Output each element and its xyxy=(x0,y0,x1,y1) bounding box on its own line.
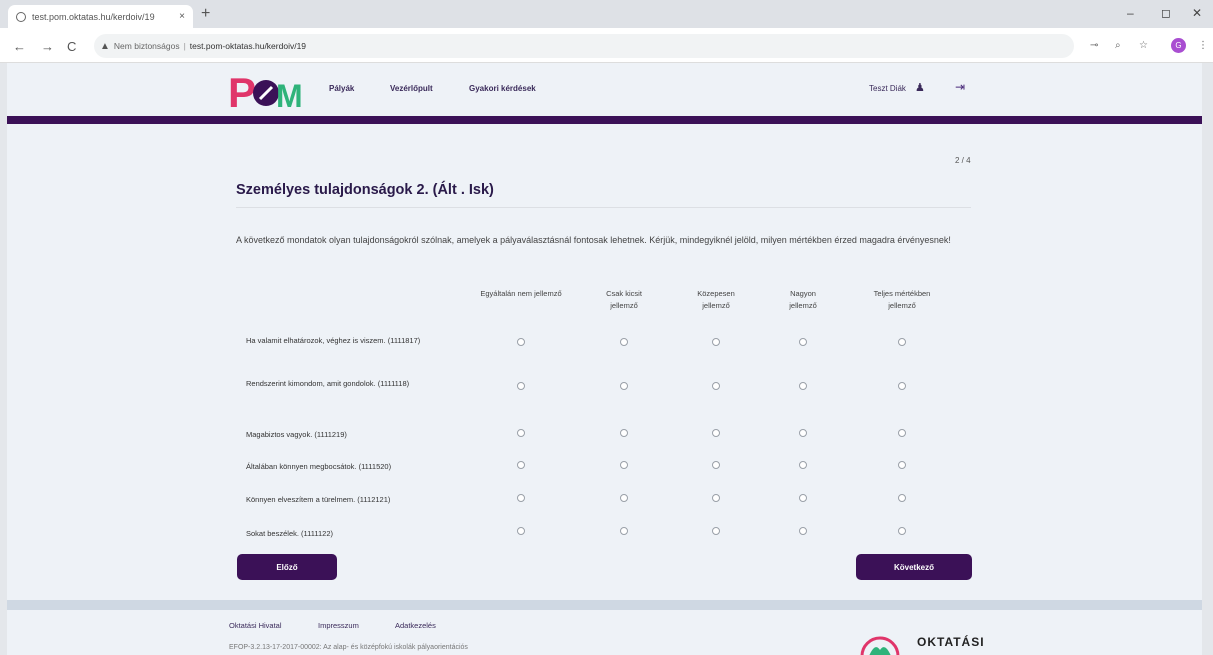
profile-avatar[interactable]: G xyxy=(1171,38,1186,53)
address-separator: | xyxy=(183,41,186,51)
answer-radio[interactable] xyxy=(898,527,906,535)
column-header: Egyáltalán nem jellemző xyxy=(480,289,562,298)
footer-separator xyxy=(7,600,1202,610)
nav-item-gyakori-kerdesek[interactable]: Gyakori kérdések xyxy=(469,84,536,93)
answer-radio[interactable] xyxy=(799,494,807,502)
answer-radio[interactable] xyxy=(799,429,807,437)
forward-button[interactable]: → xyxy=(41,39,54,54)
page-counter: 2 / 4 xyxy=(955,156,971,165)
site-footer: Oktatási Hivatal Impresszum Adatkezelés … xyxy=(7,610,1202,655)
tab-title: test.pom.oktatas.hu/kerdoiv/19 xyxy=(32,11,155,22)
title-divider xyxy=(236,207,971,208)
survey-container: 2 / 4 Személyes tulajdonságok 2. (Ált . … xyxy=(7,124,1202,600)
answer-radio[interactable] xyxy=(712,461,720,469)
answer-radio[interactable] xyxy=(712,527,720,535)
page: P M Pályák Vezérlőpult Gyakori kérdések … xyxy=(0,63,1213,655)
svg-text:P: P xyxy=(228,69,256,113)
column-header: Közepesen jellemző xyxy=(697,289,735,310)
answer-radio[interactable] xyxy=(517,461,525,469)
browser-tab-bar: test.pom.oktatas.hu/kerdoiv/19 × + – ◻ ✕ xyxy=(0,0,1213,28)
footer-note: EFOP-3.2.13-17-2017-00002: Az alap- és k… xyxy=(229,644,468,651)
answer-radio[interactable] xyxy=(517,494,525,502)
question-label: Könnyen elveszítem a türelmem. (1112121) xyxy=(246,495,391,504)
answer-radio[interactable] xyxy=(898,338,906,346)
security-label: Nem biztonságos xyxy=(113,41,180,51)
oktatasi-hivatal-logo[interactable] xyxy=(859,626,901,655)
answer-radio[interactable] xyxy=(799,338,807,346)
person-icon[interactable]: ♟ xyxy=(915,81,925,94)
answer-radio[interactable] xyxy=(517,429,525,437)
browser-tab[interactable]: test.pom.oktatas.hu/kerdoiv/19 × xyxy=(8,5,193,28)
answer-radio[interactable] xyxy=(620,461,628,469)
key-icon[interactable]: ⊸ xyxy=(1090,40,1098,51)
question-label: Általában könnyen megbocsátok. (1111520) xyxy=(246,462,392,471)
answer-radio[interactable] xyxy=(620,494,628,502)
close-window-button[interactable]: ✕ xyxy=(1192,6,1202,20)
column-header: Csak kicsit jellemző xyxy=(606,289,642,310)
answer-radio[interactable] xyxy=(712,494,720,502)
answer-radio[interactable] xyxy=(799,527,807,535)
pom-logo[interactable]: P M xyxy=(228,67,306,113)
next-button[interactable]: Következő xyxy=(856,554,972,580)
browser-toolbar: ← → C ▲ Nem biztonságos | test.pom-oktat… xyxy=(0,28,1213,63)
answer-radio[interactable] xyxy=(517,338,525,346)
answer-radio[interactable] xyxy=(620,429,628,437)
survey-title: Személyes tulajdonságok 2. (Ált . Isk) xyxy=(236,182,494,198)
url-text: test.pom-oktatas.hu/kerdoiv/19 xyxy=(189,41,307,51)
answer-radio[interactable] xyxy=(898,382,906,390)
minimize-button[interactable]: – xyxy=(1127,6,1134,20)
back-button[interactable]: ← xyxy=(13,39,26,54)
previous-button[interactable]: Előző xyxy=(237,554,337,580)
zoom-icon[interactable]: ⌕ xyxy=(1115,40,1121,51)
tab-close-icon[interactable]: × xyxy=(179,11,185,22)
answer-radio[interactable] xyxy=(898,494,906,502)
answer-radio[interactable] xyxy=(620,527,628,535)
maximize-button[interactable]: ◻ xyxy=(1161,6,1171,20)
answer-radio[interactable] xyxy=(712,429,720,437)
address-bar[interactable]: ▲ Nem biztonságos | test.pom-oktatas.hu/… xyxy=(94,34,1074,58)
answer-radio[interactable] xyxy=(620,338,628,346)
globe-icon xyxy=(16,11,26,22)
footer-link-adatkezeles[interactable]: Adatkezelés xyxy=(395,621,436,630)
question-label: Ha valamit elhatározok, véghez is viszem… xyxy=(246,336,421,345)
answer-radio[interactable] xyxy=(898,461,906,469)
warning-icon: ▲ xyxy=(100,40,110,52)
user-name[interactable]: Teszt Diák xyxy=(869,84,906,93)
answer-radio[interactable] xyxy=(799,382,807,390)
answer-radio[interactable] xyxy=(517,527,525,535)
answer-radio[interactable] xyxy=(799,461,807,469)
answer-radio[interactable] xyxy=(620,382,628,390)
reload-button[interactable]: C xyxy=(67,39,76,54)
survey-intro: A következő mondatok olyan tulajdonságok… xyxy=(236,235,951,245)
header-divider-bar xyxy=(7,116,1202,124)
answer-radio[interactable] xyxy=(712,382,720,390)
column-header: Nagyon jellemző xyxy=(789,289,817,310)
footer-link-impresszum[interactable]: Impresszum xyxy=(318,621,359,630)
nav-item-palyak[interactable]: Pályák xyxy=(329,84,354,93)
answer-radio[interactable] xyxy=(898,429,906,437)
logout-icon[interactable]: ⇥ xyxy=(955,80,965,94)
column-header: Teljes mértékben jellemző xyxy=(873,289,931,310)
question-label: Sokat beszélek. (1111122) xyxy=(246,529,333,538)
answer-radio[interactable] xyxy=(712,338,720,346)
menu-icon[interactable]: ⋮ xyxy=(1198,40,1208,51)
site-header: P M Pályák Vezérlőpult Gyakori kérdések … xyxy=(7,63,1202,116)
star-icon[interactable]: ☆ xyxy=(1139,40,1148,51)
answer-radio[interactable] xyxy=(517,382,525,390)
nav-item-vezerlopult[interactable]: Vezérlőpult xyxy=(390,84,433,93)
question-label: Magabiztos vagyok. (1111219) xyxy=(246,430,347,439)
svg-text:M: M xyxy=(276,78,303,113)
footer-link-oktatasi-hivatal[interactable]: Oktatási Hivatal xyxy=(229,621,282,630)
oktatasi-hivatal-logo-text: OKTATÁSI xyxy=(917,635,985,649)
question-label: Rendszerint kimondom, amit gondolok. (11… xyxy=(246,379,410,388)
new-tab-button[interactable]: + xyxy=(201,5,210,23)
